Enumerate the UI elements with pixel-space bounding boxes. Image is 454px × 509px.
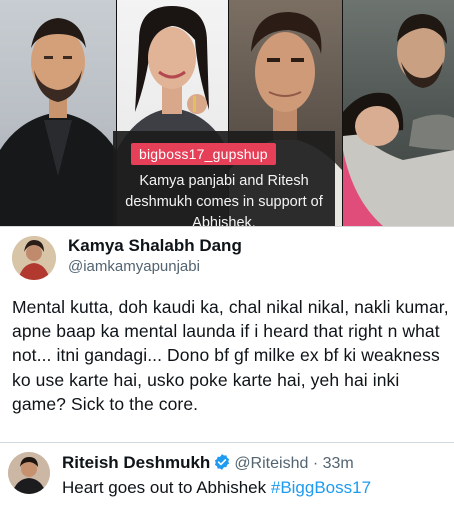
timestamp[interactable]: 33m bbox=[323, 455, 354, 472]
photo-man-in-blazer bbox=[0, 0, 116, 226]
collage-caption: Kamya panjabi and Ritesh deshmukh comes … bbox=[125, 173, 323, 226]
verified-badge-icon bbox=[213, 453, 231, 476]
tweet-text: Heart goes out to Abhishek #BiggBoss17 bbox=[62, 478, 371, 498]
user-handle[interactable]: @Riteishd bbox=[234, 455, 308, 472]
image-collage: bigboss17_gupshup Kamya panjabi and Rite… bbox=[0, 0, 454, 226]
tweet-header: Riteish Deshmukh @Riteishd · 33m bbox=[62, 453, 354, 476]
user-handle[interactable]: @iamkamyapunjabi bbox=[68, 258, 200, 275]
photo-couple-hugging bbox=[343, 0, 454, 226]
display-name[interactable]: Riteish Deshmukh bbox=[62, 453, 210, 472]
hashtag-link[interactable]: #BiggBoss17 bbox=[271, 478, 371, 497]
avatar[interactable] bbox=[8, 452, 50, 494]
tweet-text: Mental kutta, doh kaudi ka, chal nikal n… bbox=[12, 297, 449, 414]
divider bbox=[0, 442, 454, 443]
avatar[interactable] bbox=[12, 236, 56, 280]
divider bbox=[0, 226, 454, 227]
source-tag: bigboss17_gupshup bbox=[131, 143, 276, 165]
tweet-text-body: Heart goes out to Abhishek bbox=[62, 478, 271, 497]
display-name[interactable]: Kamya Shalabh Dang bbox=[68, 236, 242, 256]
